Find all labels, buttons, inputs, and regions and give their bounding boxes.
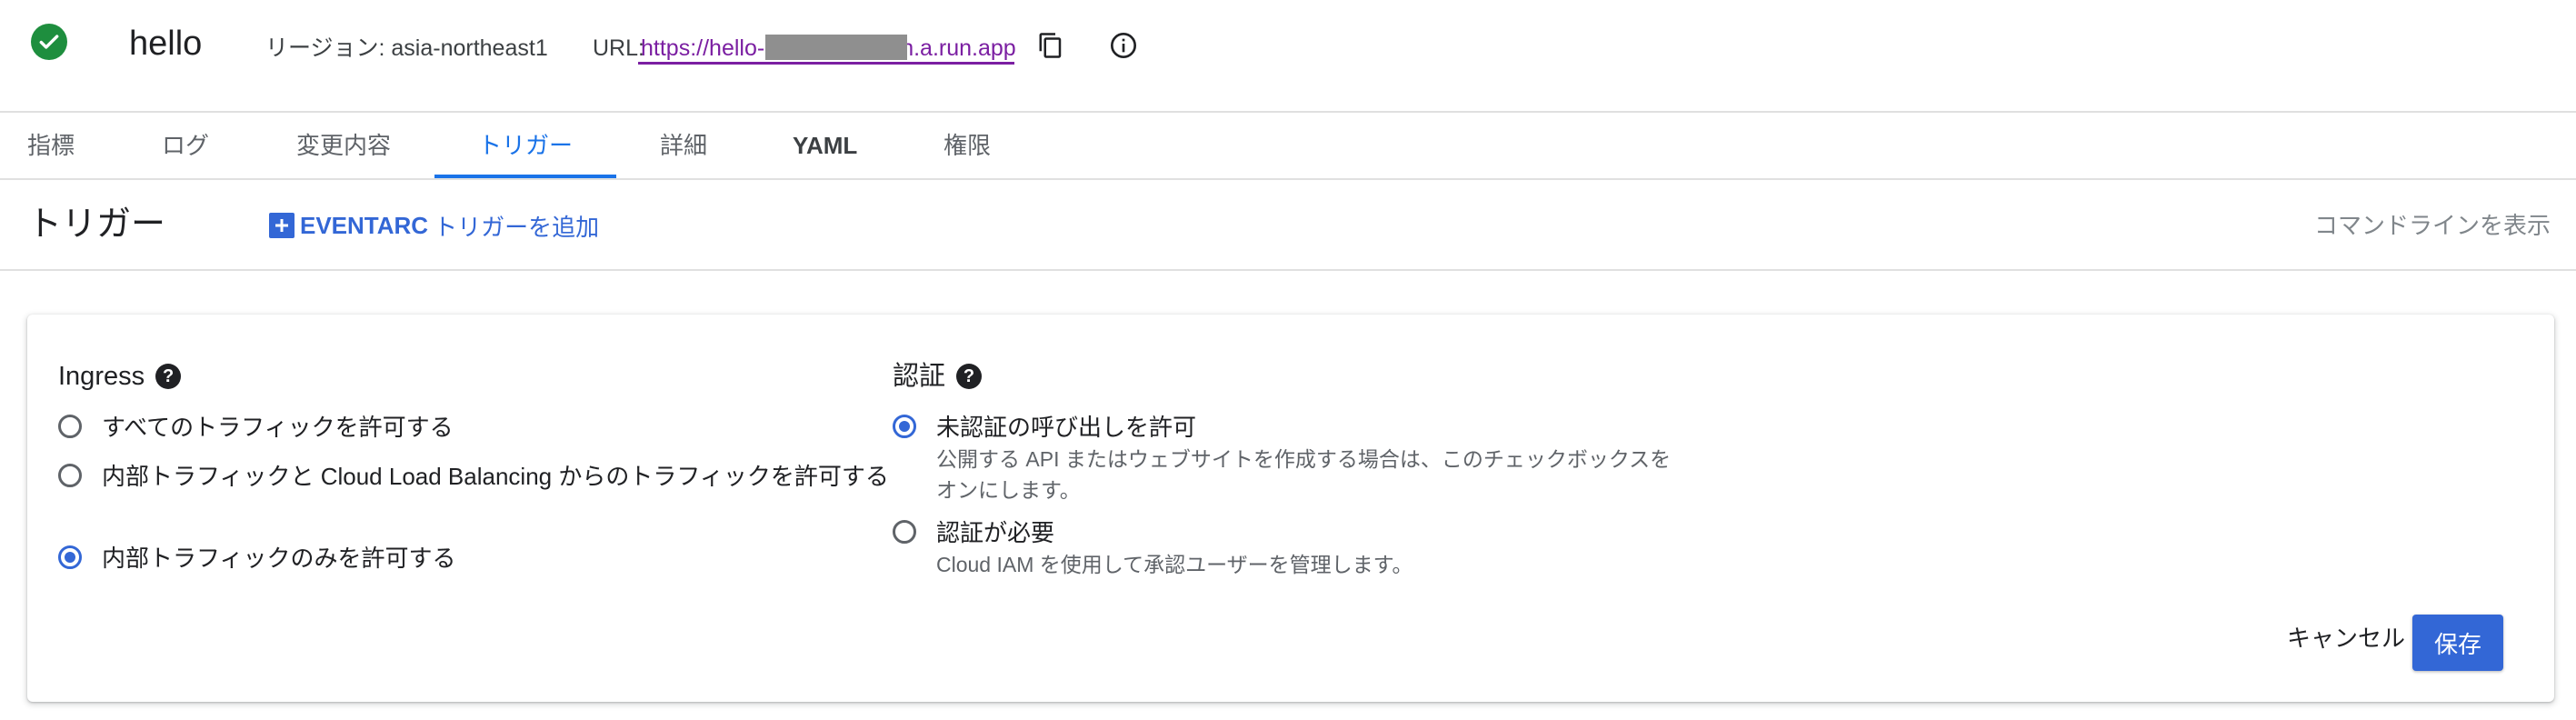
add-trigger-label: トリガーを追加 [434,213,600,241]
auth-option-require-auth[interactable]: 認証が必要 Cloud IAM を使用して承認ユーザーを管理します。 [893,516,1711,580]
ingress-option-label: 内部トラフィックのみを許可する [102,545,456,572]
auth-section-title: 認証 ? [893,358,983,395]
auth-option-label: 認証が必要 [936,519,1055,546]
tab-logs[interactable]: ログ [162,113,209,178]
add-eventarc-trigger-button[interactable]: EVENTARC トリガーを追加 [269,207,599,244]
triggers-toolbar: トリガー EVENTARC トリガーを追加 コマンドラインを表示 [0,180,2576,271]
page-title: トリガー [27,205,166,244]
url-underline [638,62,1014,65]
ingress-option-internal-and-lb[interactable]: 内部トラフィックと Cloud Load Balancing からのトラフィック… [58,460,894,493]
tab-metrics[interactable]: 指標 [27,113,75,178]
ingress-option-label: 内部トラフィックと Cloud Load Balancing からのトラフィック… [102,463,889,490]
url-end: n.a.run.app [901,35,1016,61]
ingress-title: Ingress [58,362,145,391]
auth-option-description: Cloud IAM を使用して承認ユーザーを管理します。 [936,553,1413,576]
auth-option-description: 公開する API またはウェブサイトを作成する場合は、このチェックボックスをオン… [936,447,1672,502]
help-icon[interactable]: ? [155,364,182,389]
add-box-icon [269,213,295,238]
check-circle-icon [31,24,67,60]
auth-title: 認証 [893,362,946,391]
service-header: hello リージョン: asia-northeast1 URL: https:… [0,0,2576,113]
radio-button[interactable] [58,464,82,487]
add-trigger-label-bold: EVENTARC [300,211,429,239]
content-copy-icon [1037,32,1064,64]
auth-option-allow-unauthenticated[interactable]: 未認証の呼び出しを許可 公開する API またはウェブサイトを作成する場合は、こ… [893,411,1711,505]
copy-url-button[interactable] [1031,27,1071,67]
info-button[interactable] [1103,27,1143,67]
show-command-line-link[interactable]: コマンドラインを表示 [2314,207,2551,244]
cancel-button[interactable]: キャンセル [2260,609,2432,664]
tab-permissions[interactable]: 権限 [944,113,991,178]
url-start: https://hello- [641,35,765,61]
auth-option-label: 未認証の呼び出しを許可 [936,414,1197,441]
url-label: URL: [593,35,644,61]
tab-yaml[interactable]: YAML [793,113,857,178]
region-label: リージョン: asia-northeast1 [265,35,548,61]
ingress-section-title: Ingress ? [58,358,182,395]
active-tab-indicator [434,175,616,178]
tab-details[interactable]: 詳細 [660,113,707,178]
radio-button-checked[interactable] [893,415,916,438]
ingress-option-label: すべてのトラフィックを許可する [102,414,454,441]
trigger-settings-card: Ingress ? すべてのトラフィックを許可する 内部トラフィックと Clou… [27,315,2554,702]
radio-button[interactable] [893,520,916,544]
service-name: hello [129,25,203,63]
auth-option-text: 未認証の呼び出しを許可 公開する API またはウェブサイトを作成する場合は、こ… [936,411,1682,505]
radio-button-checked[interactable] [58,545,82,569]
info-icon [1109,31,1138,65]
save-button[interactable]: 保存 [2412,615,2503,671]
ingress-option-all[interactable]: すべてのトラフィックを許可する [58,411,894,444]
radio-button[interactable] [58,415,82,438]
ingress-option-internal-only[interactable]: 内部トラフィックのみを許可する [58,542,894,575]
help-icon[interactable]: ? [956,364,983,389]
tab-triggers[interactable]: トリガー [434,113,616,178]
tab-revisions[interactable]: 変更内容 [296,113,391,178]
tab-bar: 指標 ログ 変更内容 トリガー 詳細 YAML 権限 [0,113,2576,180]
url-redaction [765,35,907,60]
auth-option-text: 認証が必要 Cloud IAM を使用して承認ユーザーを管理します。 [936,516,1413,580]
